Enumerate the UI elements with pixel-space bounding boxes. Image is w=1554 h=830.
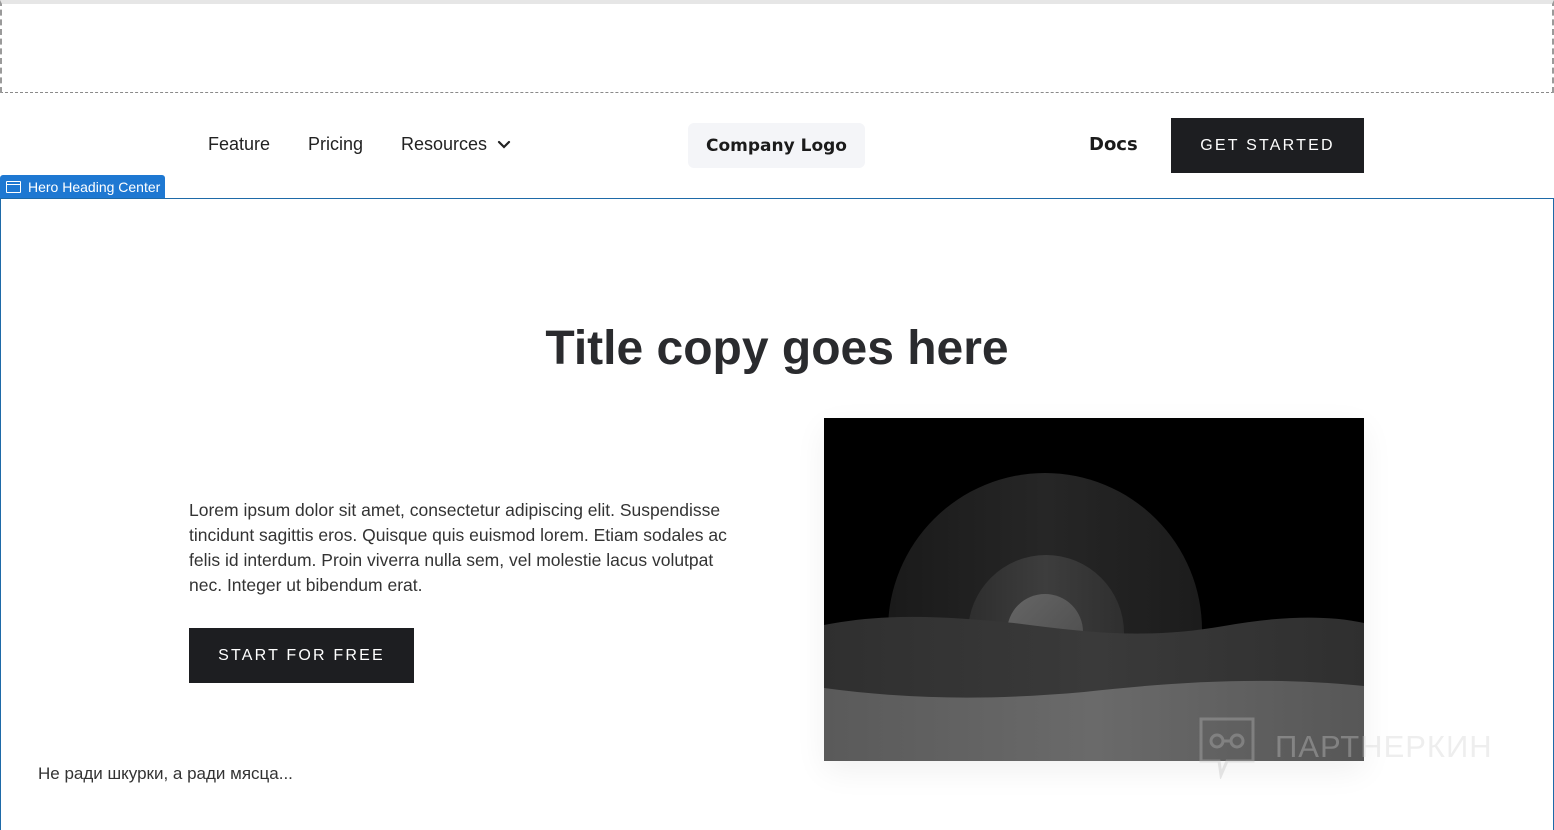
hero-title: Title copy goes here [545, 322, 1009, 375]
selected-block-label: Hero Heading Center [28, 178, 161, 195]
company-logo[interactable]: Company Logo [688, 123, 865, 168]
nav-link-resources-label: Resources [401, 134, 488, 154]
nav-link-feature[interactable]: Feature [208, 134, 270, 155]
top-placeholder-section [0, 0, 1554, 93]
start-for-free-button[interactable]: START FOR FREE [189, 628, 414, 683]
tagline-text: Не ради шкурки, а ради мясца... [38, 764, 293, 783]
hero-body-text: Lorem ipsum dolor sit amet, consectetur … [189, 500, 727, 595]
hero-section[interactable]: Title copy goes here Lorem ipsum dolor s… [0, 198, 1554, 830]
nav-link-pricing[interactable]: Pricing [308, 134, 363, 155]
navbar: Feature Pricing Resources Company Logo D… [0, 93, 1554, 198]
get-started-button[interactable]: GET STARTED [1171, 118, 1364, 173]
placeholder-landscape-image [824, 418, 1364, 761]
selected-block-tag[interactable]: Hero Heading Center [0, 175, 166, 198]
watermark-text: ПАРТНЕРКИН [1275, 729, 1493, 764]
chat-bubble-glasses-icon [1199, 717, 1255, 779]
block-icon [6, 180, 21, 193]
nav-link-docs[interactable]: Docs [1089, 134, 1138, 155]
chevron-down-icon [497, 140, 511, 149]
hero-image [824, 418, 1364, 761]
nav-link-resources[interactable]: Resources [401, 134, 511, 155]
watermark: ПАРТНЕРКИН [1197, 715, 1493, 779]
